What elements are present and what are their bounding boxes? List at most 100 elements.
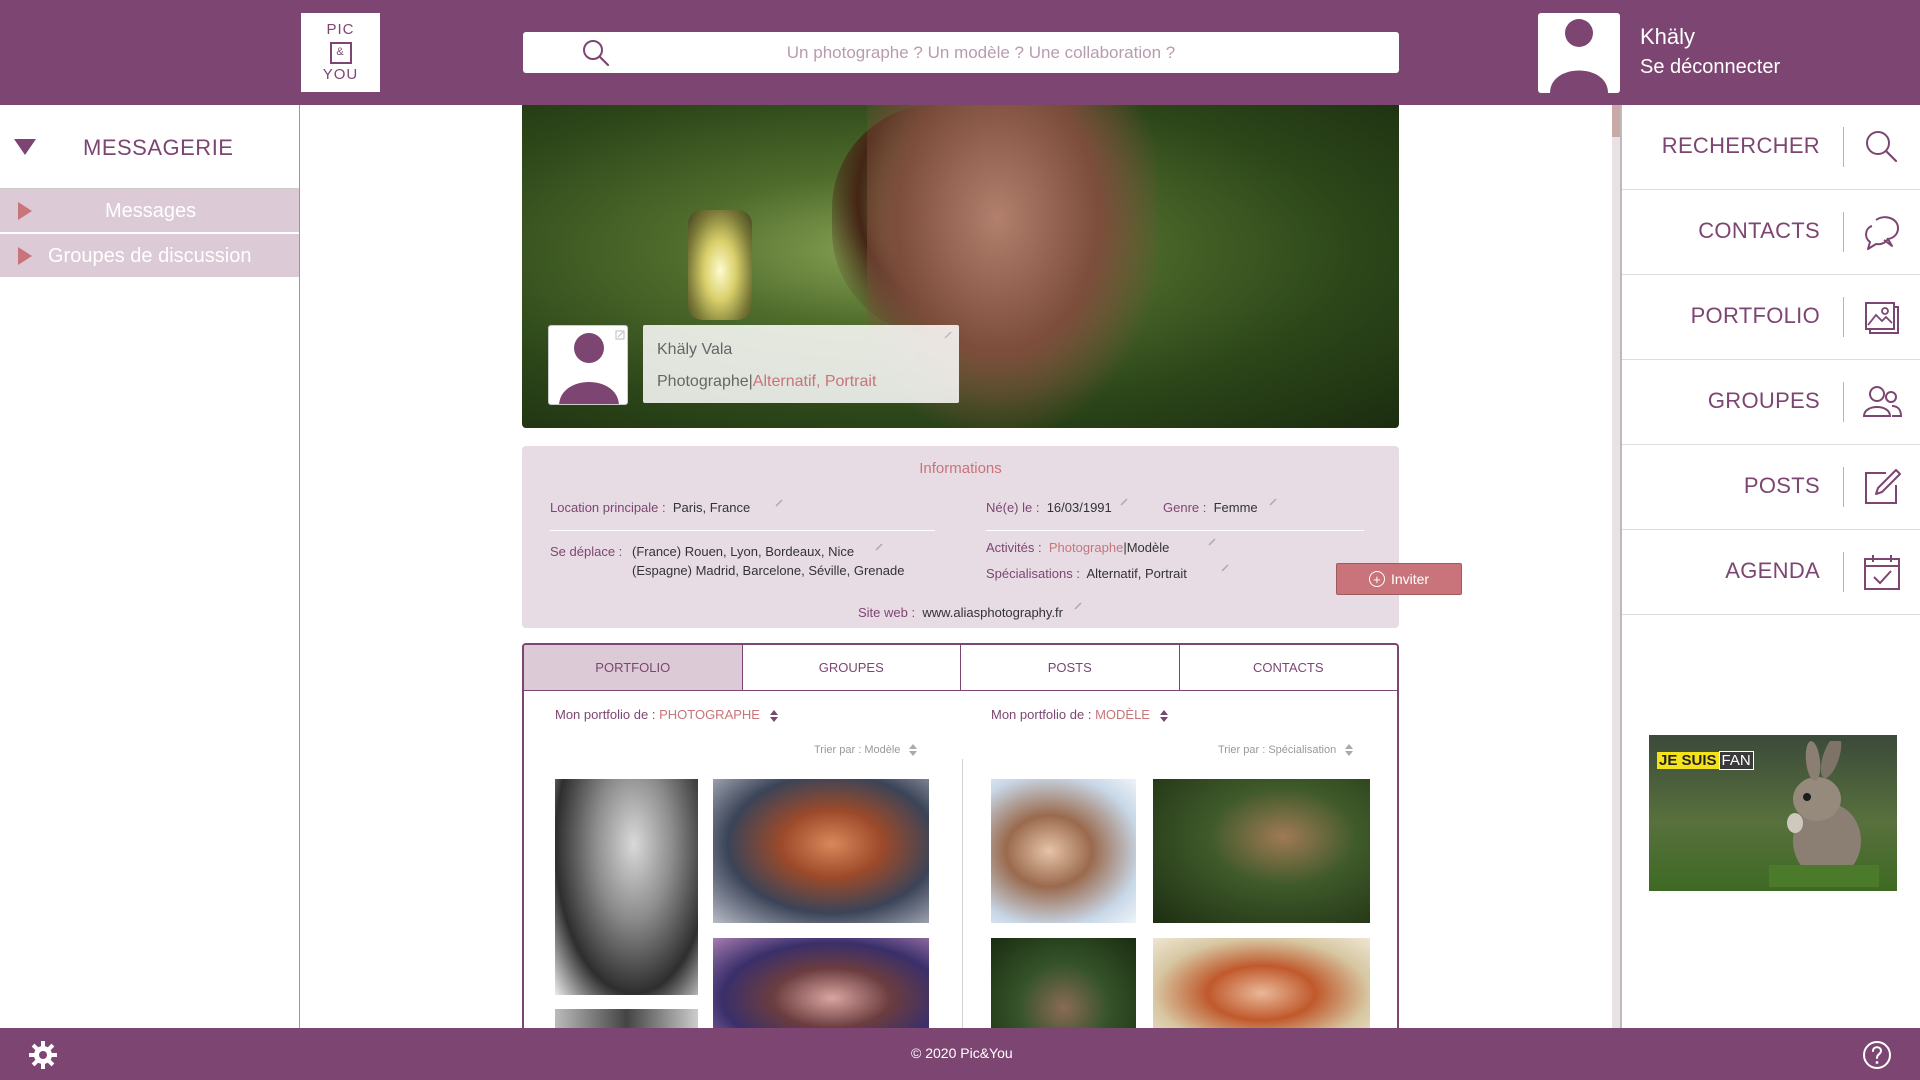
sort-arrows-icon[interactable] xyxy=(769,709,778,722)
edit-pencil-icon[interactable] xyxy=(1220,563,1230,573)
portfolio-photographe-selector[interactable]: Mon portfolio de : PHOTOGRAPHE xyxy=(555,707,778,722)
fan-advertisement[interactable]: JE SUIS FAN xyxy=(1649,735,1897,891)
nav-rechercher[interactable]: RECHERCHER xyxy=(1622,105,1920,190)
specialisations-row: Spécialisations : Alternatif, Portrait xyxy=(986,566,1187,581)
profile-name: Khäly Vala xyxy=(657,341,733,358)
bunny-image xyxy=(1769,741,1879,887)
messagerie-section-header[interactable]: MESSAGERIE xyxy=(0,105,299,189)
collapse-triangle-icon[interactable] xyxy=(14,139,36,155)
logo-text-you: YOU xyxy=(322,65,359,83)
expand-triangle-icon xyxy=(18,247,32,265)
content-scrollbar[interactable] xyxy=(1612,105,1620,1028)
search-bar[interactable] xyxy=(523,32,1399,73)
gender-value: Femme xyxy=(1213,500,1258,515)
edit-pencil-icon[interactable] xyxy=(874,542,884,552)
edit-pencil-icon[interactable] xyxy=(1073,601,1083,611)
profile-role: Photographe xyxy=(657,373,749,390)
portfolio-photo-bw-portrait[interactable] xyxy=(555,779,698,995)
portfolio-photo-curly-hair[interactable] xyxy=(991,779,1136,923)
sidebar-item-label: Messages xyxy=(105,200,197,222)
portfolio-type-value: MODÈLE xyxy=(1095,707,1150,722)
edit-pencil-icon[interactable] xyxy=(943,330,953,340)
activities-label: Activités : xyxy=(986,540,1042,555)
profile-avatar[interactable] xyxy=(548,325,628,405)
scrollbar-thumb[interactable] xyxy=(1612,105,1620,137)
travel-line-1: (France) Rouen, Lyon, Bordeaux, Nice xyxy=(632,544,855,559)
specialisations-label: Spécialisations : xyxy=(986,566,1080,581)
nav-separator xyxy=(1843,552,1844,592)
pic-and-you-logo[interactable]: PIC & YOU xyxy=(301,13,380,92)
portfolio-photo-beret[interactable] xyxy=(713,938,929,1028)
plus-circle-icon: + xyxy=(1368,571,1385,587)
nav-portfolio[interactable]: PORTFOLIO xyxy=(1622,275,1920,360)
edit-pencil-icon[interactable] xyxy=(1268,497,1278,507)
location-value: Paris, France xyxy=(672,500,751,515)
sort-arrows-icon[interactable] xyxy=(1345,744,1354,757)
sort-arrows-icon[interactable] xyxy=(1159,709,1168,722)
sort-label-text: Trier par : Modèle xyxy=(814,744,901,756)
gear-icon[interactable] xyxy=(28,1040,58,1070)
sidebar-item-groupes-discussion[interactable]: Groupes de discussion xyxy=(0,234,299,279)
expand-triangle-icon xyxy=(18,202,32,220)
edit-pencil-icon[interactable] xyxy=(1207,537,1217,547)
profile-specialties: Alternatif, Portrait xyxy=(752,373,877,390)
tab-portfolio[interactable]: PORTFOLIO xyxy=(524,645,743,690)
edit-pencil-icon[interactable] xyxy=(774,498,784,508)
portfolio-prefix: Mon portfolio de : xyxy=(991,707,1092,722)
portfolio-photo-forest-2[interactable] xyxy=(991,938,1136,1028)
travel-label: Se déplace : xyxy=(550,544,623,559)
website-value[interactable]: www.aliasphotography.fr xyxy=(922,605,1063,620)
search-icon[interactable] xyxy=(581,38,611,68)
sort-arrows-icon[interactable] xyxy=(909,744,918,757)
activity-modele: Modèle xyxy=(1126,540,1170,555)
logo-ampersand: & xyxy=(329,41,352,64)
nav-separator xyxy=(1843,212,1844,252)
nav-separator xyxy=(1843,127,1844,167)
profile-name-card: Khäly Vala Photographe|Alternatif, Portr… xyxy=(643,325,959,403)
birth-label: Né(e) le : xyxy=(986,500,1040,515)
fan-badge-part2: FAN xyxy=(1718,751,1754,770)
informations-title: Informations xyxy=(919,460,1002,477)
cover-lantern-shape xyxy=(688,210,752,320)
image-icon xyxy=(1865,302,1899,334)
search-icon xyxy=(1866,131,1898,163)
edit-pencil-icon[interactable] xyxy=(615,330,625,340)
nav-agenda[interactable]: AGENDA xyxy=(1622,530,1920,615)
invite-button[interactable]: + Inviter xyxy=(1336,563,1462,595)
specialisations-value: Alternatif, Portrait xyxy=(1086,566,1187,581)
portfolio-photo-redhead-smile[interactable] xyxy=(1153,938,1370,1028)
sidebar-item-label: Groupes de discussion xyxy=(48,245,252,267)
tab-groupes[interactable]: GROUPES xyxy=(743,645,961,690)
sort-by-modele[interactable]: Trier par : Modèle xyxy=(814,744,918,757)
calendar-icon xyxy=(1864,555,1900,590)
user-avatar[interactable] xyxy=(1538,13,1620,93)
edit-pencil-icon[interactable] xyxy=(1119,497,1129,507)
tab-posts[interactable]: POSTS xyxy=(961,645,1180,690)
profile-role-line: Photographe|Alternatif, Portrait xyxy=(657,373,876,391)
nav-posts[interactable]: POSTS xyxy=(1622,445,1920,530)
nav-contacts[interactable]: CONTACTS xyxy=(1622,190,1920,275)
logo-text-pic: PIC xyxy=(326,21,355,38)
column-divider xyxy=(962,759,963,1028)
bottom-footer: © 2020 Pic&You xyxy=(0,1028,1920,1080)
fan-badge: JE SUIS FAN xyxy=(1657,751,1754,770)
portfolio-modele-selector[interactable]: Mon portfolio de : MODÈLE xyxy=(991,707,1168,722)
nav-label: AGENDA xyxy=(1725,558,1820,583)
tab-contacts[interactable]: CONTACTS xyxy=(1180,645,1398,690)
travel-line-2: (Espagne) Madrid, Barcelone, Séville, Gr… xyxy=(632,563,905,578)
sort-by-specialisation[interactable]: Trier par : Spécialisation xyxy=(1218,744,1354,757)
nav-groupes[interactable]: GROUPES xyxy=(1622,360,1920,445)
birth-value: 16/03/1991 xyxy=(1046,500,1112,515)
sidebar-item-messages[interactable]: Messages xyxy=(0,189,299,234)
portfolio-photo-forest-lantern[interactable] xyxy=(1153,779,1370,923)
portfolio-photo-bw-2[interactable] xyxy=(555,1009,698,1028)
portfolio-prefix: Mon portfolio de : xyxy=(555,707,656,722)
location-row: Location principale : Paris, France xyxy=(550,500,750,515)
portfolio-type-value: PHOTOGRAPHE xyxy=(659,707,760,722)
sort-label-text: Trier par : Spécialisation xyxy=(1218,744,1337,756)
portfolio-photo-redhead-jacket[interactable] xyxy=(713,779,929,923)
help-icon[interactable] xyxy=(1862,1040,1892,1070)
search-input[interactable] xyxy=(523,32,1399,73)
nav-label: POSTS xyxy=(1743,473,1820,498)
logout-link[interactable]: Se déconnecter xyxy=(1640,56,1780,79)
